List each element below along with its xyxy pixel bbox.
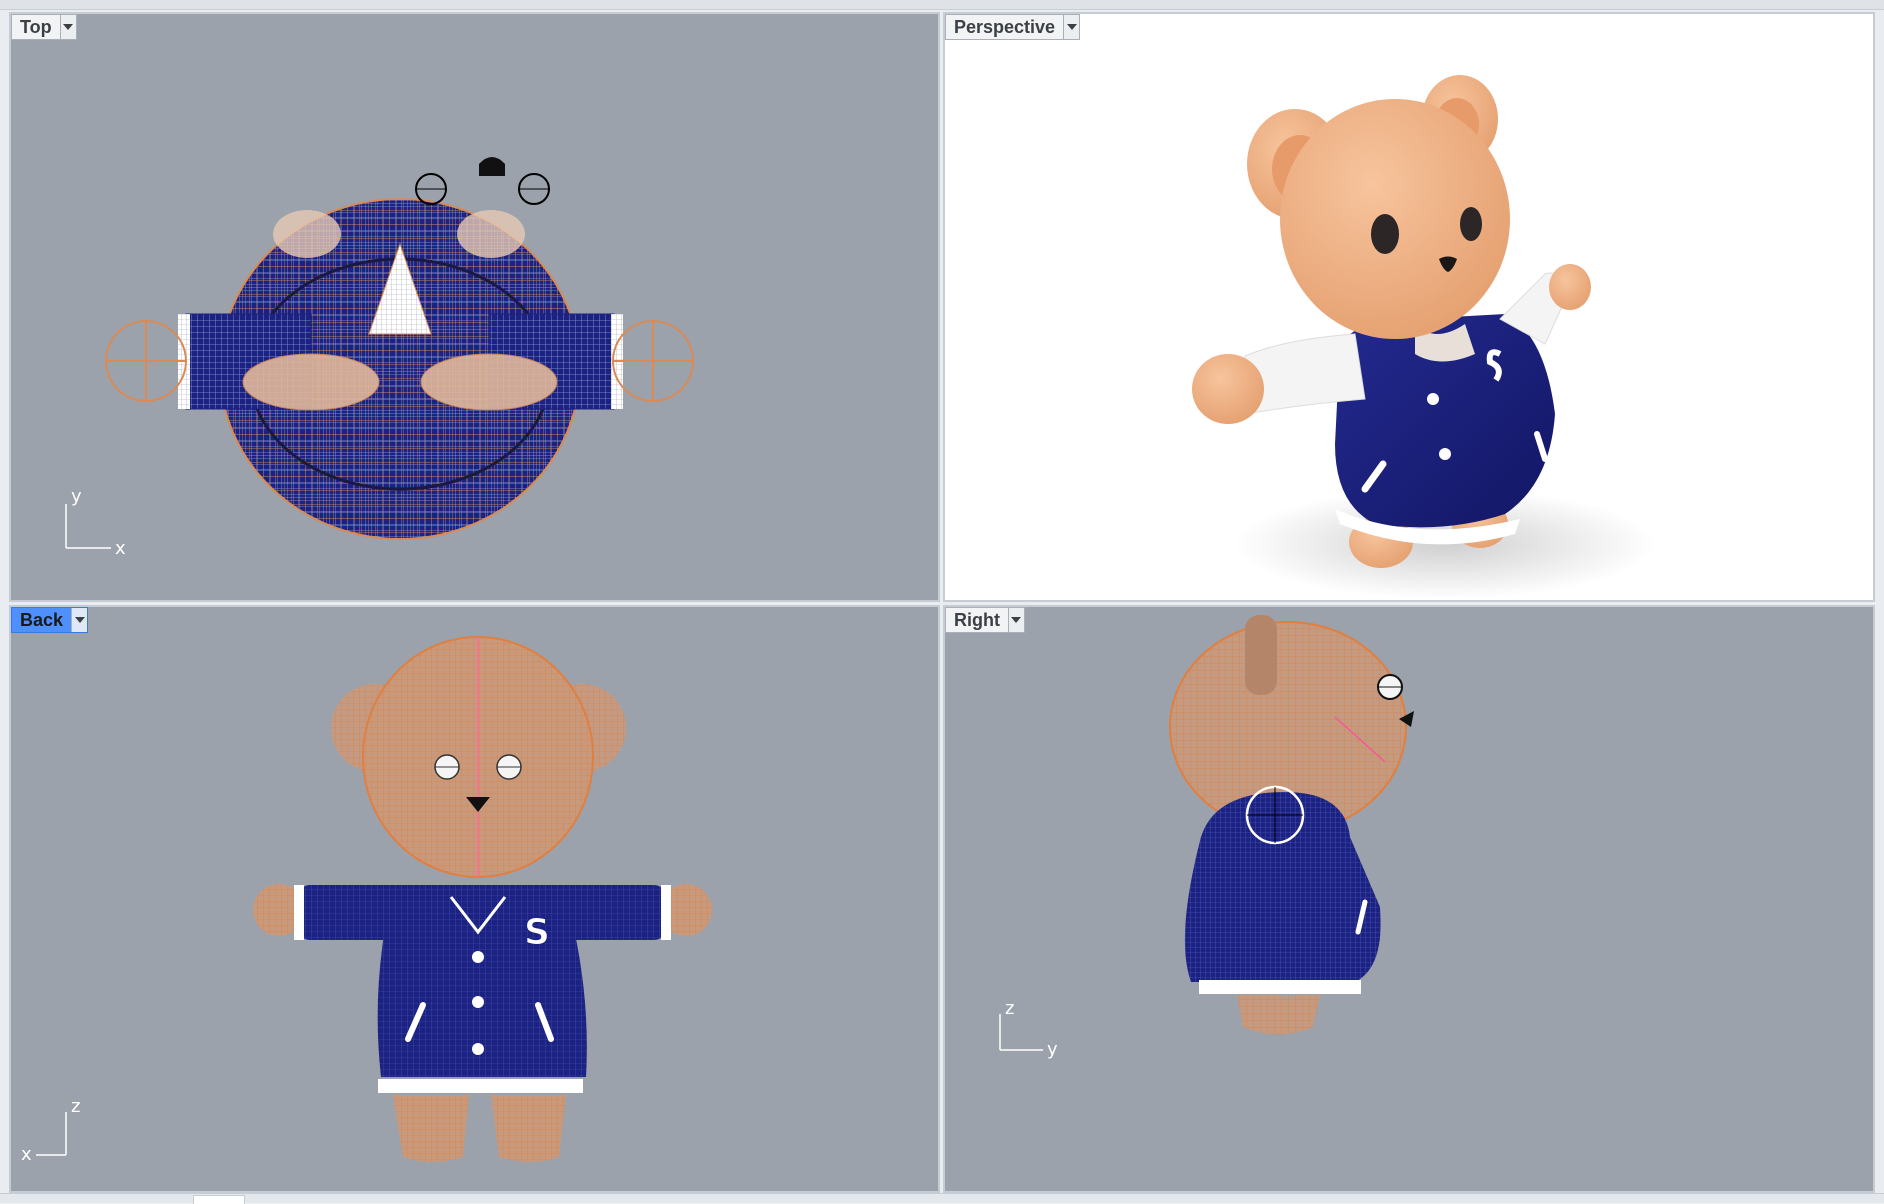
status-bar <box>0 1193 1884 1204</box>
axis-icon: z x <box>21 1096 80 1165</box>
top-view-scene[interactable]: y x <box>11 14 940 602</box>
axis-icon: z y <box>999 998 1058 1060</box>
perspective-scene[interactable] <box>945 14 1875 602</box>
axis-icon: y x <box>65 486 126 559</box>
viewport-title: Back <box>20 610 64 630</box>
toolbar-strip <box>0 0 1884 10</box>
viewport-title: Perspective <box>954 17 1056 37</box>
viewport-title: Right <box>954 610 1000 630</box>
tab-top[interactable]: Top <box>11 14 77 40</box>
rhino-app: y x Top Perspective S z x Back z y Right <box>0 0 1884 1204</box>
viewport-back[interactable]: S z x Back <box>9 605 940 1193</box>
axis-z-label: z <box>71 1096 80 1117</box>
svg-text:S: S <box>524 912 550 953</box>
viewport-title: Top <box>20 17 52 37</box>
chevron-down-icon[interactable] <box>1063 15 1080 39</box>
viewport-top[interactable]: y x Top <box>9 12 940 602</box>
axis-z-label: z <box>1005 998 1014 1019</box>
tab-right[interactable]: Right <box>945 607 1025 633</box>
axis-y-label: y <box>71 486 82 507</box>
axis-y-label: y <box>1047 1039 1058 1060</box>
axis-x-label: x <box>21 1144 32 1165</box>
chevron-down-icon[interactable] <box>59 15 76 39</box>
viewport-perspective[interactable]: Perspective <box>943 12 1875 602</box>
jacket-side <box>1184 792 1381 982</box>
chevron-down-icon[interactable] <box>71 608 88 632</box>
back-view-scene[interactable]: S z x <box>11 607 940 1193</box>
right-view-scene[interactable]: z y <box>945 607 1875 1193</box>
tab-perspective[interactable]: Perspective <box>945 14 1081 40</box>
viewport-right[interactable]: z y Right <box>943 605 1875 1193</box>
axis-x-label: x <box>115 538 126 559</box>
tab-back[interactable]: Back <box>11 607 89 633</box>
chevron-down-icon[interactable] <box>1007 608 1024 632</box>
